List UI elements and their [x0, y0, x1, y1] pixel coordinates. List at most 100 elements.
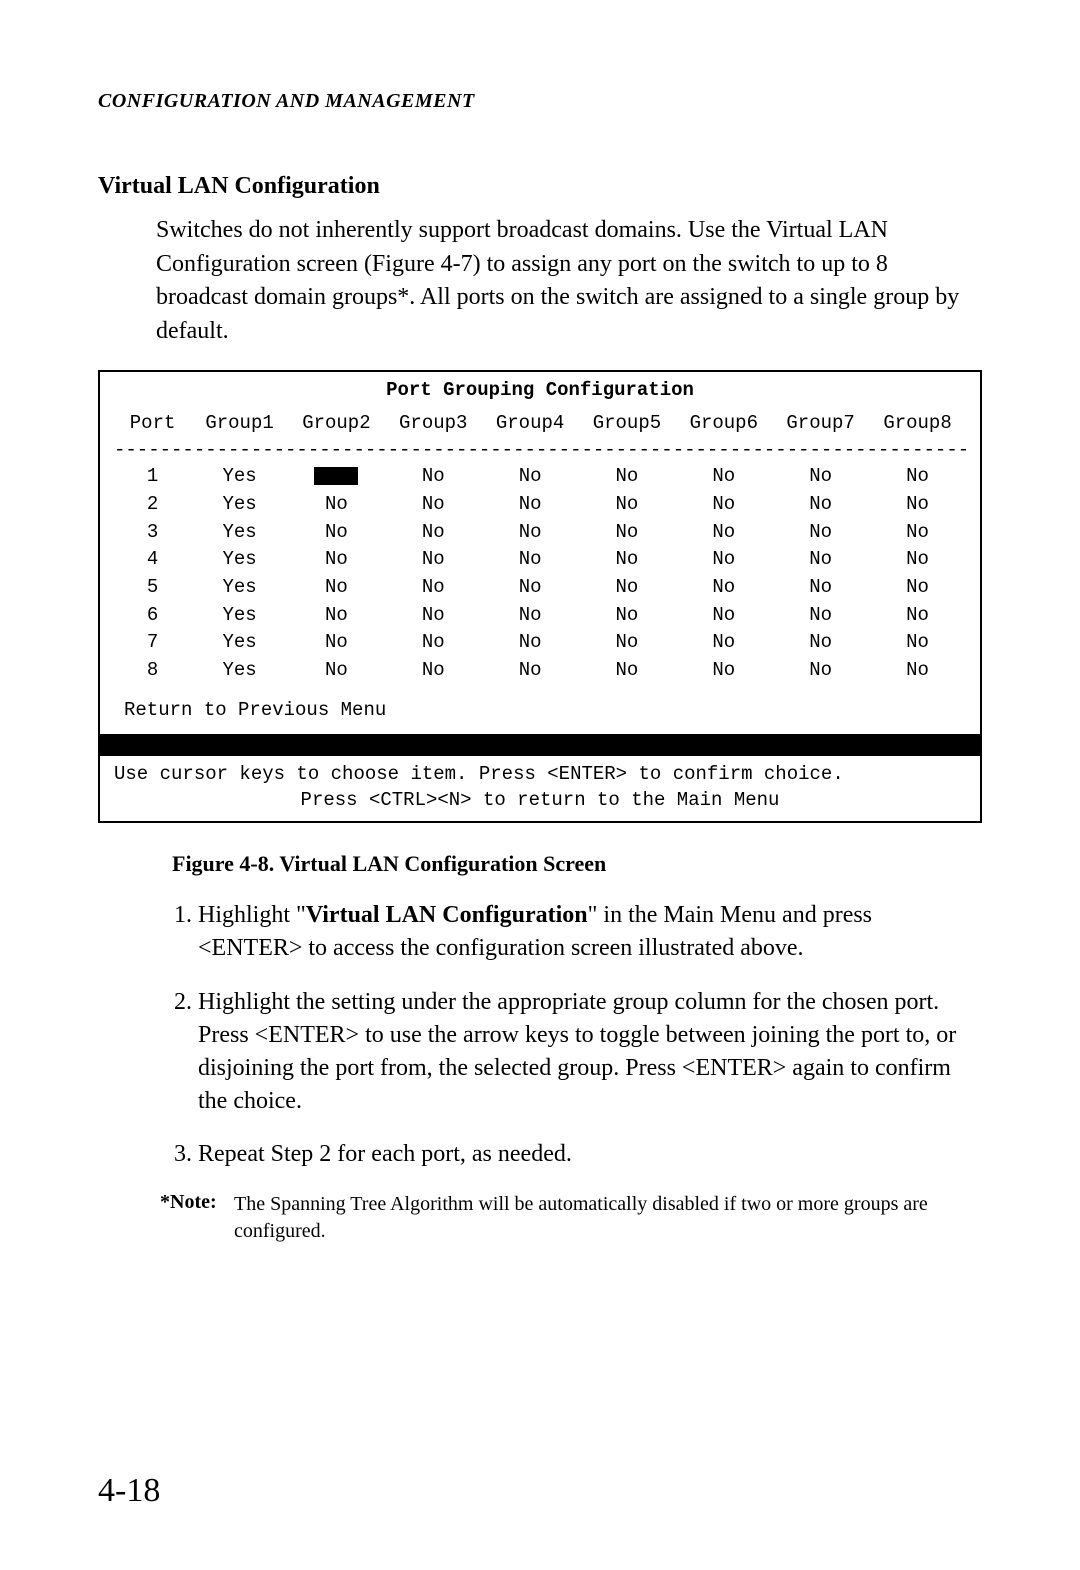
cell-group[interactable]: No [675, 491, 772, 519]
cell-group[interactable]: No [288, 546, 385, 574]
cell-group[interactable]: Yes [191, 629, 288, 657]
port-group-body: 1YesNoNoNoNoNoNo2YesNoNoNoNoNoNoNo3YesNo… [114, 463, 966, 684]
cell-group[interactable]: No [288, 657, 385, 685]
section-title: Virtual LAN Configuration [98, 173, 982, 200]
header-separator: ----------------------------------------… [114, 438, 966, 464]
cell-port: 3 [114, 519, 191, 547]
cell-group[interactable] [288, 463, 385, 491]
cell-group[interactable]: No [385, 602, 482, 630]
cell-group[interactable]: No [772, 463, 869, 491]
col-group1: Group1 [191, 410, 288, 438]
cell-group[interactable]: No [675, 602, 772, 630]
cell-group[interactable]: Yes [191, 546, 288, 574]
cell-group[interactable]: No [579, 602, 676, 630]
cell-group[interactable]: No [675, 629, 772, 657]
cell-group[interactable]: No [579, 546, 676, 574]
cell-group[interactable]: No [772, 629, 869, 657]
help-line-1: Use cursor keys to choose item. Press <E… [114, 762, 966, 788]
cell-group[interactable]: No [482, 519, 579, 547]
cell-group[interactable]: No [675, 546, 772, 574]
cell-group[interactable]: Yes [191, 519, 288, 547]
port-group-table: Port Group1 Group2 Group3 Group4 Group5 … [114, 410, 966, 438]
footnote-body: The Spanning Tree Algorithm will be auto… [234, 1191, 982, 1245]
cell-group[interactable]: No [482, 629, 579, 657]
cell-group[interactable]: No [482, 463, 579, 491]
instruction-list: Highlight "Virtual LAN Configuration" in… [156, 899, 982, 1171]
cell-group[interactable]: No [288, 629, 385, 657]
cell-group[interactable]: No [385, 519, 482, 547]
cell-group[interactable]: No [869, 491, 966, 519]
cell-group[interactable]: Yes [191, 602, 288, 630]
cell-group[interactable]: No [579, 574, 676, 602]
col-group7: Group7 [772, 410, 869, 438]
footnote-label: *Note: [160, 1191, 234, 1245]
cell-group[interactable]: No [772, 602, 869, 630]
cell-group[interactable]: No [675, 574, 772, 602]
cell-group[interactable]: No [579, 657, 676, 685]
cell-port: 1 [114, 463, 191, 491]
return-menu-item[interactable]: Return to Previous Menu [124, 698, 966, 724]
cell-group[interactable]: No [482, 657, 579, 685]
footnote: *Note: The Spanning Tree Algorithm will … [160, 1191, 982, 1245]
figure-caption: Figure 4-8. Virtual LAN Configuration Sc… [172, 851, 982, 877]
cell-group[interactable]: No [772, 519, 869, 547]
cell-group[interactable]: No [385, 463, 482, 491]
cell-group[interactable]: Yes [191, 574, 288, 602]
cell-group[interactable]: No [675, 657, 772, 685]
cell-group[interactable]: No [675, 519, 772, 547]
cell-group[interactable]: No [772, 546, 869, 574]
cell-group[interactable]: No [869, 602, 966, 630]
cell-port: 8 [114, 657, 191, 685]
cursor-highlight[interactable] [314, 467, 358, 485]
terminal-title: Port Grouping Configuration [114, 378, 966, 404]
table-row: 5YesNoNoNoNoNoNoNo [114, 574, 966, 602]
cell-port: 4 [114, 546, 191, 574]
cell-group[interactable]: No [288, 602, 385, 630]
cell-group[interactable]: No [579, 463, 676, 491]
cell-group[interactable]: No [385, 629, 482, 657]
step-3: Repeat Step 2 for each port, as needed. [198, 1138, 982, 1171]
cell-group[interactable]: No [772, 657, 869, 685]
cell-group[interactable]: Yes [191, 491, 288, 519]
step-1: Highlight "Virtual LAN Configuration" in… [198, 899, 982, 965]
cell-group[interactable]: No [869, 463, 966, 491]
cell-group[interactable]: No [385, 657, 482, 685]
step-2: Highlight the setting under the appropri… [198, 986, 982, 1118]
cell-group[interactable]: No [869, 629, 966, 657]
cell-group[interactable]: No [579, 629, 676, 657]
cell-port: 5 [114, 574, 191, 602]
cell-group[interactable]: No [675, 463, 772, 491]
col-port: Port [114, 410, 191, 438]
cell-group[interactable]: No [579, 491, 676, 519]
cell-group[interactable]: No [482, 602, 579, 630]
cell-port: 6 [114, 602, 191, 630]
table-row: 7YesNoNoNoNoNoNoNo [114, 629, 966, 657]
cell-group[interactable]: No [385, 491, 482, 519]
page-number: 4-18 [98, 1472, 160, 1510]
terminal-screen: Port Grouping Configuration Port Group1 … [98, 370, 982, 823]
cell-group[interactable]: Yes [191, 657, 288, 685]
cell-group[interactable]: No [869, 546, 966, 574]
cell-group[interactable]: No [869, 519, 966, 547]
cell-group[interactable]: No [482, 574, 579, 602]
cell-group[interactable]: No [772, 574, 869, 602]
table-row: 2YesNoNoNoNoNoNoNo [114, 491, 966, 519]
cell-group[interactable]: No [288, 491, 385, 519]
cell-group[interactable]: No [579, 519, 676, 547]
cell-group[interactable]: No [288, 519, 385, 547]
step-1-bold: Virtual LAN Configuration [306, 902, 588, 928]
cell-group[interactable]: No [869, 574, 966, 602]
cell-group[interactable]: No [385, 546, 482, 574]
cell-group[interactable]: No [869, 657, 966, 685]
cell-group[interactable]: No [482, 546, 579, 574]
cell-group[interactable]: No [772, 491, 869, 519]
cell-port: 2 [114, 491, 191, 519]
col-group3: Group3 [385, 410, 482, 438]
intro-paragraph: Switches do not inherently support broad… [156, 214, 982, 348]
col-group8: Group8 [869, 410, 966, 438]
cell-group[interactable]: No [482, 491, 579, 519]
cell-group[interactable]: No [288, 574, 385, 602]
cell-group[interactable]: Yes [191, 463, 288, 491]
table-row: 1YesNoNoNoNoNoNo [114, 463, 966, 491]
cell-group[interactable]: No [385, 574, 482, 602]
